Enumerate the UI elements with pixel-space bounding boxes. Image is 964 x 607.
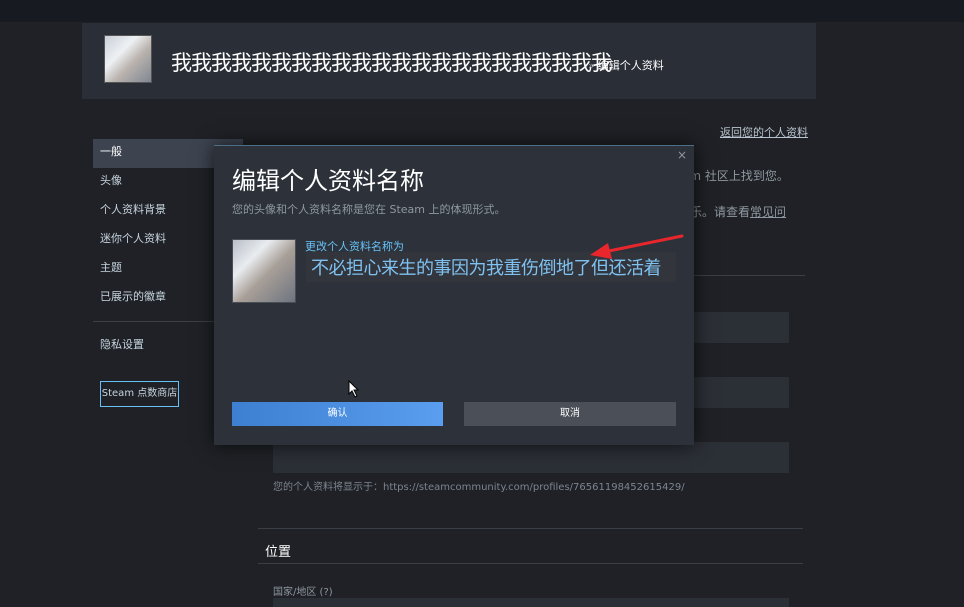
background-text: am 社区上找到您。: [682, 169, 789, 183]
divider: [258, 563, 803, 564]
annotation-arrow-icon: [590, 234, 684, 259]
top-bar: [0, 0, 964, 22]
breadcrumb-current: 编辑个人资料: [597, 59, 664, 72]
background-text-fragment: 乐。请查看: [690, 205, 751, 219]
close-icon[interactable]: ×: [677, 148, 687, 162]
background-field[interactable]: [694, 377, 789, 408]
profile-url-hint: 您的个人资料将显示于：https://steamcommunity.com/pr…: [273, 482, 685, 493]
confirm-button[interactable]: 确认: [232, 402, 443, 426]
custom-url-field[interactable]: [273, 442, 789, 473]
profile-avatar[interactable]: [104, 35, 152, 83]
points-shop-button[interactable]: Steam 点数商店: [100, 381, 179, 407]
breadcrumb-separator: »: [588, 59, 595, 72]
dialog-title: 编辑个人资料名称: [232, 167, 424, 195]
background-field[interactable]: [694, 312, 789, 343]
background-text: 乐。请查看常见问: [690, 203, 786, 220]
back-to-profile-link[interactable]: 返回您的个人资料: [720, 124, 808, 140]
faq-link[interactable]: 常见问: [750, 205, 786, 219]
dialog-avatar: [232, 239, 296, 303]
mouse-cursor-icon: [348, 380, 360, 398]
cancel-button[interactable]: 取消: [464, 402, 676, 426]
country-select[interactable]: [273, 598, 789, 607]
profile-display-name[interactable]: 我我我我我我我我我我我我我我我我我我我我我我: [171, 47, 612, 77]
divider: [690, 275, 805, 276]
edit-name-dialog: × 编辑个人资料名称 您的头像和个人资料名称是您在 Steam 上的体现形式。 …: [214, 145, 694, 445]
location-section-heading: 位置: [265, 545, 292, 560]
dialog-subtitle: 您的头像和个人资料名称是您在 Steam 上的体现形式。: [232, 203, 506, 216]
profile-header: 我我我我我我我我我我我我我我我我我我我我我我 » 编辑个人资料: [82, 23, 816, 99]
country-label: 国家/地区 (?): [273, 587, 333, 598]
breadcrumb: » 编辑个人资料: [588, 57, 664, 73]
divider: [258, 528, 803, 529]
